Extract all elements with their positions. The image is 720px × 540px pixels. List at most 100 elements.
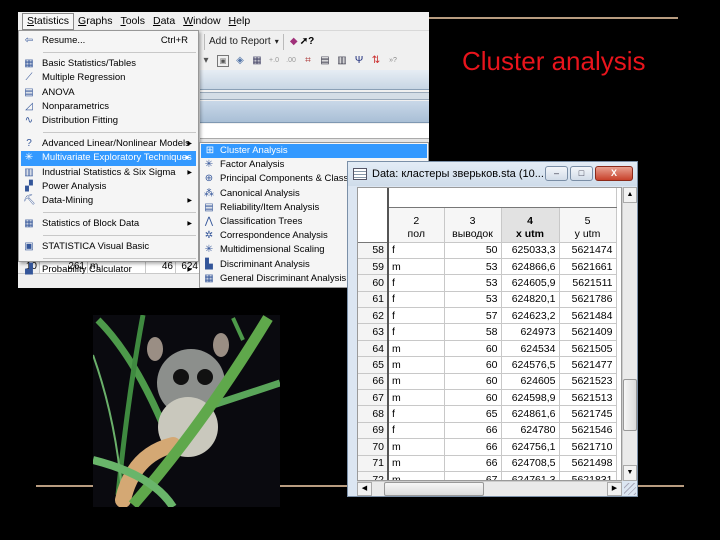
menu-item-resume[interactable]: ⇦ Resume... Ctrl+R (19, 34, 198, 48)
cell-pol[interactable]: m (388, 438, 445, 456)
weight-icon[interactable]: Ψ (353, 55, 365, 67)
context-help-icon[interactable]: ➚? (300, 36, 315, 48)
cell-pol[interactable]: m (388, 471, 445, 480)
increase-decimal-icon[interactable]: +.0 (268, 55, 280, 67)
cell-x[interactable]: 624605,9 (501, 274, 560, 292)
cell-pol[interactable]: f (388, 291, 445, 309)
cell-y[interactable]: 5621498 (559, 455, 617, 472)
cell-y[interactable]: 5621477 (559, 356, 617, 374)
cell-x[interactable]: 624761,3 (501, 471, 560, 480)
cases-icon[interactable]: ⌗ (302, 55, 314, 67)
cell-x[interactable]: 624780 (501, 422, 560, 440)
cell-x[interactable]: 624605 (501, 373, 560, 391)
row-header[interactable]: 65 (358, 356, 389, 374)
cell-x[interactable]: 625033,3 (501, 242, 560, 259)
cell-vyvodok[interactable]: 50 (444, 242, 502, 259)
cell-vyvodok[interactable]: 58 (444, 323, 502, 341)
cell-vyvodok[interactable]: 66 (444, 422, 502, 440)
cell-vyvodok[interactable]: 60 (444, 389, 502, 407)
cell-vyvodok[interactable]: 66 (444, 438, 502, 456)
row-header[interactable]: 72 (358, 471, 389, 480)
cell-x[interactable]: 624623,2 (501, 307, 560, 325)
menu-statistics[interactable]: Statistics (22, 12, 75, 30)
cell-vyvodok[interactable]: 60 (444, 340, 502, 358)
row-header[interactable]: 58 (358, 242, 389, 259)
menu-data[interactable]: Data (149, 13, 179, 30)
vars-edit-icon[interactable]: ▥ (336, 55, 348, 67)
cell-pol[interactable]: m (388, 373, 445, 391)
row-header[interactable]: 67 (358, 389, 389, 407)
column-header-2[interactable]: 2 пол (388, 207, 445, 243)
vertical-scrollbar[interactable]: ▲ ▼ (622, 187, 637, 481)
menu-graphs[interactable]: Graphs (74, 13, 116, 30)
cell-pol[interactable]: m (388, 455, 445, 472)
row-header[interactable]: 68 (358, 405, 389, 423)
align-dropdown-icon[interactable]: ▾ (200, 55, 212, 67)
horizontal-scroll-thumb[interactable] (384, 482, 484, 496)
sort-az-icon[interactable]: ⇅ (370, 55, 382, 67)
cell-y[interactable]: 5621523 (559, 373, 617, 391)
cell-x[interactable]: 624866,6 (501, 258, 560, 276)
book-icon[interactable]: ◆ (288, 36, 300, 48)
cell-format-icon[interactable]: ▣ (217, 55, 229, 67)
menu-item-power-analysis[interactable]: ▞ Power Analysis (19, 180, 198, 194)
cell-x[interactable]: 624820,1 (501, 291, 560, 309)
menu-tools[interactable]: Tools (116, 13, 149, 30)
resize-grip[interactable] (624, 483, 636, 495)
cell-x[interactable]: 624576,5 (501, 356, 560, 374)
add-to-report-dropdown-icon[interactable]: ▾ (275, 37, 279, 46)
close-button[interactable]: X (595, 166, 633, 181)
cell-x[interactable]: 624861,6 (501, 405, 560, 423)
cell-pol[interactable]: m (388, 389, 445, 407)
horizontal-scrollbar[interactable]: ◀ ▶ (357, 481, 622, 496)
grid-icon[interactable]: ▦ (251, 55, 263, 67)
sort-options-icon[interactable]: »? (387, 55, 399, 67)
tag-icon[interactable]: ◈ (234, 55, 246, 67)
row-header[interactable]: 60 (358, 274, 389, 292)
scroll-up-button[interactable]: ▲ (623, 187, 637, 203)
column-header-3[interactable]: 3 выводок (444, 207, 502, 243)
cell-x[interactable]: 624973 (501, 323, 560, 341)
menu-window[interactable]: Window (179, 13, 224, 30)
menu-item-multiple-regression[interactable]: ⟋ Multiple Regression (19, 71, 198, 85)
cell-pol[interactable]: m (388, 258, 445, 276)
row-header[interactable]: 64 (358, 340, 389, 358)
decrease-decimal-icon[interactable]: .00 (285, 55, 297, 67)
corner-cell[interactable] (358, 188, 389, 243)
cell-pol[interactable]: f (388, 242, 445, 259)
scroll-down-button[interactable]: ▼ (623, 465, 637, 481)
cell-y[interactable]: 5621661 (559, 258, 617, 276)
cell-vyvodok[interactable]: 53 (444, 274, 502, 292)
scroll-right-button[interactable]: ▶ (607, 482, 622, 496)
scroll-left-button[interactable]: ◀ (357, 482, 372, 496)
cell-vyvodok[interactable]: 53 (444, 291, 502, 309)
cell-x[interactable]: 624534 (501, 340, 560, 358)
cell-y[interactable]: 5621786 (559, 291, 617, 309)
maximize-button[interactable]: □ (570, 166, 593, 181)
row-header[interactable]: 63 (358, 323, 389, 341)
cell-y[interactable]: 5621484 (559, 307, 617, 325)
menu-item-nonparametrics[interactable]: ◿ Nonparametrics (19, 100, 198, 114)
cell-pol[interactable]: f (388, 323, 445, 341)
menu-item-statistica-visual-basic[interactable]: ▣ STATISTICA Visual Basic (19, 240, 198, 254)
cell-x[interactable]: 624598,9 (501, 389, 560, 407)
cell-y[interactable]: 5621745 (559, 405, 617, 423)
cell-y[interactable]: 5621474 (559, 242, 617, 259)
cell-vyvodok[interactable]: 60 (444, 356, 502, 374)
menu-item-probability-calculator[interactable]: ▟ Probability Calculator ▶ (19, 263, 198, 277)
cell-vyvodok[interactable]: 57 (444, 307, 502, 325)
row-header[interactable]: 62 (358, 307, 389, 325)
cell-y[interactable]: 5621505 (559, 340, 617, 358)
column-header-5[interactable]: 5y utm (559, 207, 617, 243)
menu-item-anova[interactable]: ▤ ANOVA (19, 86, 198, 100)
row-header[interactable]: 66 (358, 373, 389, 391)
cell-vyvodok[interactable]: 53 (444, 258, 502, 276)
menu-item-industrial-statistics-six-sigma[interactable]: ▥ Industrial Statistics & Six Sigma ▶ (19, 166, 198, 180)
cell-pol[interactable]: f (388, 422, 445, 440)
row-header[interactable]: 71 (358, 455, 389, 472)
cell-x[interactable]: 624708,5 (501, 455, 560, 472)
vertical-scroll-thumb[interactable] (623, 379, 637, 431)
cell-y[interactable]: 5621409 (559, 323, 617, 341)
add-to-report-button[interactable]: Add to Report (209, 36, 271, 47)
cell-x[interactable]: 624756,1 (501, 438, 560, 456)
